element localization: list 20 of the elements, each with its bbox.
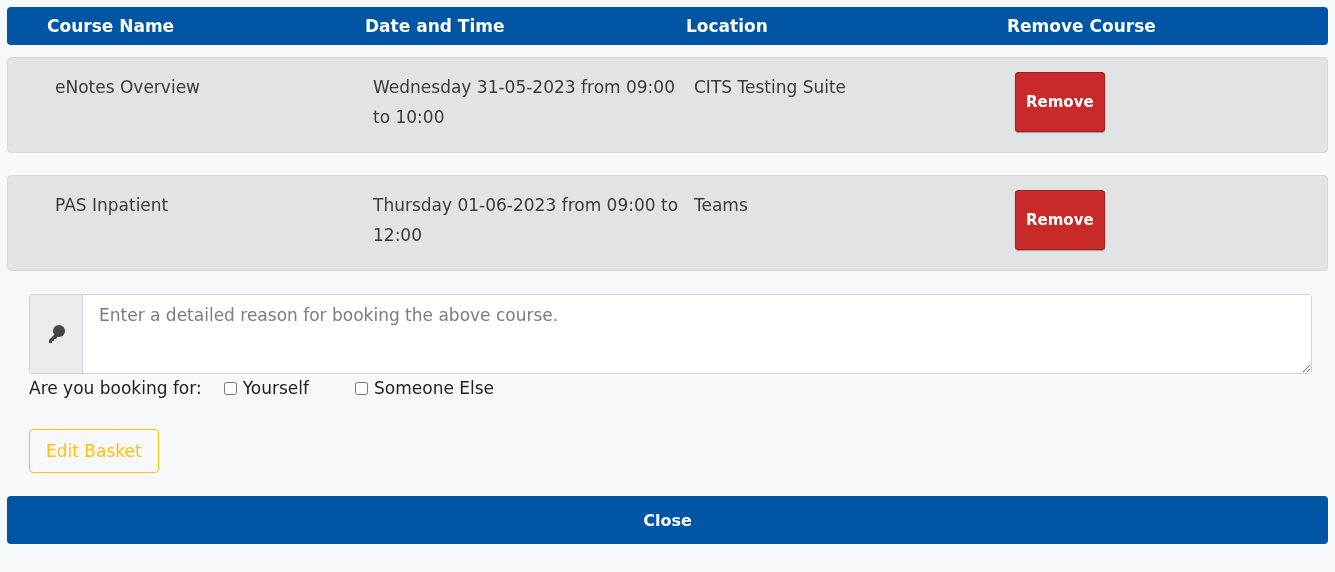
close-button[interactable]: Close [7,496,1328,544]
location: CITS Testing Suite [694,76,848,99]
booking-for-label: Are you booking for: [29,378,202,398]
course-name: PAS Inpatient [55,194,170,217]
checkbox[interactable] [355,381,368,395]
date-time: Thursday 01-06-2023 from 09:00 to 12:00 [373,194,680,247]
column-header: Remove Course [1007,16,1157,36]
column-header: Date and Time [365,16,506,36]
date-time: Wednesday 31-05-2023 from 09:00 to 10:00 [373,76,676,129]
checkbox[interactable] [223,381,237,395]
column-header: Location [686,16,769,36]
location: Teams [694,194,749,217]
column-header: Course Name [47,16,176,36]
key-icon [46,324,66,344]
remove-button[interactable]: Remove [1015,190,1105,250]
reason-field[interactable]: Enter a detailed reason for booking the above course. [29,294,1312,374]
checkbox-option[interactable]: Someone Else [355,378,495,398]
remove-button[interactable]: Remove [1015,72,1105,132]
course-name: eNotes Overview [55,76,201,99]
checkbox-option[interactable]: Yourself [223,378,309,398]
